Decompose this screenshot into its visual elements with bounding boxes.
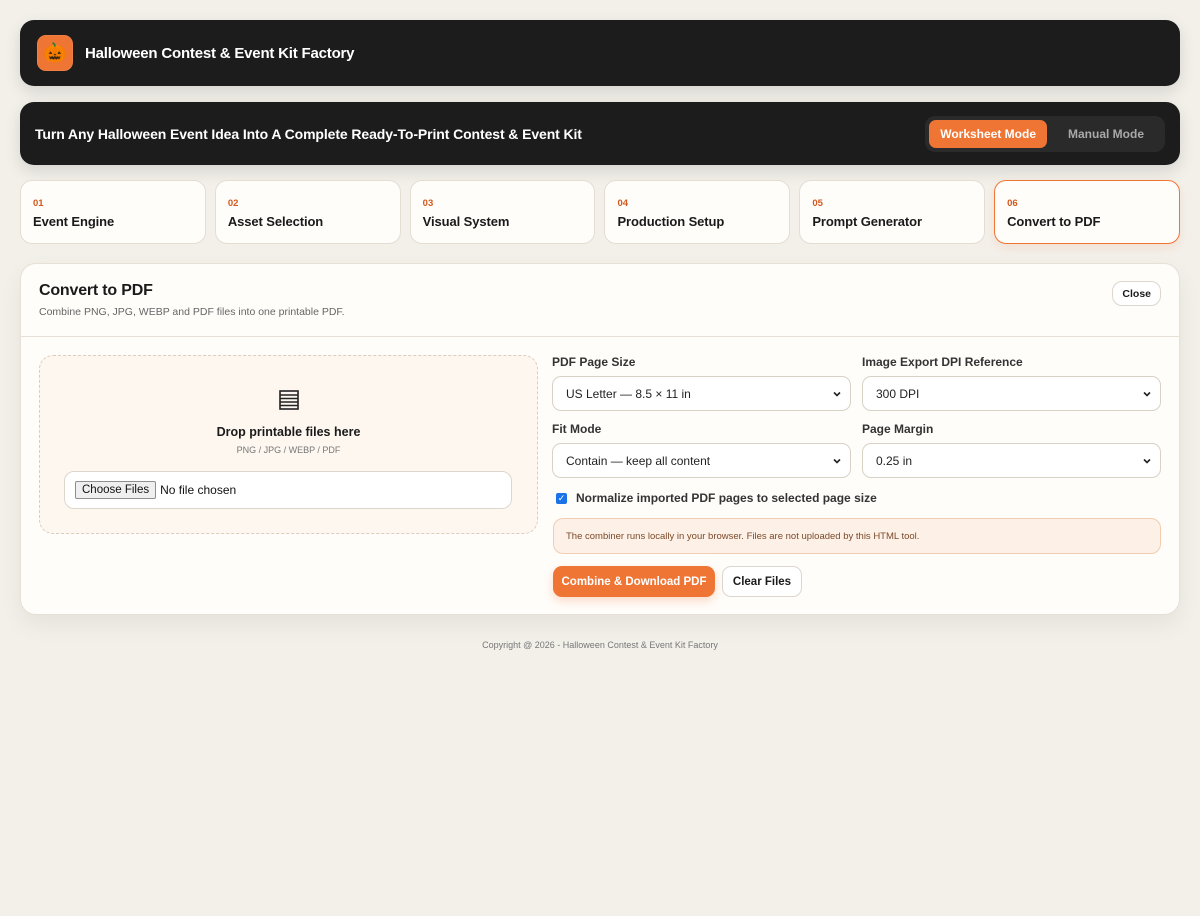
dpi-select[interactable]: 300 DPI bbox=[862, 376, 1161, 411]
step-label: Convert to PDF bbox=[1007, 214, 1101, 229]
manual-mode-button[interactable]: Manual Mode bbox=[1051, 120, 1161, 148]
step-convert-to-pdf[interactable]: 06 Convert to PDF bbox=[994, 180, 1180, 244]
document-icon bbox=[278, 390, 299, 415]
chevron-down-icon bbox=[1143, 391, 1151, 397]
step-label: Visual System bbox=[422, 214, 510, 229]
step-number: 06 bbox=[1007, 198, 1018, 209]
page-margin-select[interactable]: 0.25 in bbox=[862, 443, 1161, 478]
logo-glyph: 🎃 bbox=[43, 43, 67, 64]
step-number: 03 bbox=[422, 198, 434, 209]
page-size-label: PDF Page Size bbox=[552, 355, 636, 369]
pumpkin-icon: 🎃 bbox=[37, 35, 73, 71]
file-status-text: No file chosen bbox=[160, 483, 237, 497]
close-button[interactable]: Close bbox=[1112, 281, 1161, 306]
dpi-label: Image Export DPI Reference bbox=[862, 355, 1023, 369]
panel-subtitle: Combine PNG, JPG, WEBP and PDF files int… bbox=[39, 306, 345, 318]
dropzone-file-types: PNG / JPG / WEBP / PDF bbox=[236, 445, 341, 455]
step-number: 04 bbox=[617, 198, 629, 209]
normalize-checkbox-row[interactable]: ✓ Normalize imported PDF pages to select… bbox=[556, 491, 877, 505]
step-production-setup[interactable]: 04 Production Setup bbox=[604, 180, 791, 244]
step-label: Event Engine bbox=[33, 214, 115, 229]
page-size-value: US Letter — 8.5 × 11 in bbox=[566, 386, 691, 401]
file-input[interactable]: Choose Files No file chosen bbox=[64, 471, 512, 509]
choose-files-button[interactable]: Choose Files bbox=[75, 481, 157, 499]
local-processing-notice: The combiner runs locally in your browse… bbox=[553, 518, 1161, 554]
step-prompt-generator[interactable]: 05 Prompt Generator bbox=[799, 180, 986, 244]
step-number: 05 bbox=[812, 198, 823, 209]
hero-banner: Turn Any Halloween Event Idea Into A Com… bbox=[20, 102, 1180, 165]
combine-download-button[interactable]: Combine & Download PDF bbox=[553, 566, 715, 597]
step-number: 01 bbox=[33, 198, 44, 209]
file-dropzone[interactable]: Drop printable files here PNG / JPG / WE… bbox=[39, 355, 538, 534]
hero-headline: Turn Any Halloween Event Idea Into A Com… bbox=[35, 125, 582, 142]
step-event-engine[interactable]: 01 Event Engine bbox=[20, 180, 206, 244]
app-header: 🎃 Halloween Contest & Event Kit Factory bbox=[20, 20, 1180, 86]
step-nav: 01 Event Engine 02 Asset Selection 03 Vi… bbox=[20, 180, 1180, 244]
chevron-down-icon bbox=[1143, 458, 1151, 464]
fit-mode-select[interactable]: Contain — keep all content bbox=[552, 443, 851, 478]
clear-files-button[interactable]: Clear Files bbox=[722, 566, 802, 597]
step-label: Prompt Generator bbox=[812, 214, 922, 229]
footer-copyright: Copyright @ 2026 - Halloween Contest & E… bbox=[482, 640, 718, 650]
step-number: 02 bbox=[227, 198, 239, 209]
normalize-label: Normalize imported PDF pages to selected… bbox=[576, 491, 877, 505]
panel-title: Convert to PDF bbox=[39, 282, 153, 299]
page-margin-value: 0.25 in bbox=[876, 453, 913, 468]
panel-header: Convert to PDF Combine PNG, JPG, WEBP an… bbox=[21, 264, 1179, 337]
step-label: Production Setup bbox=[617, 214, 725, 229]
chevron-down-icon bbox=[833, 391, 841, 397]
step-visual-system[interactable]: 03 Visual System bbox=[409, 180, 596, 244]
normalize-checkbox[interactable]: ✓ bbox=[556, 492, 567, 504]
fit-mode-value: Contain — keep all content bbox=[566, 453, 711, 468]
page-margin-label: Page Margin bbox=[862, 422, 934, 436]
app-title: Halloween Contest & Event Kit Factory bbox=[85, 44, 355, 62]
step-label: Asset Selection bbox=[227, 214, 324, 229]
page-size-select[interactable]: US Letter — 8.5 × 11 in bbox=[552, 376, 851, 411]
step-asset-selection[interactable]: 02 Asset Selection bbox=[214, 180, 401, 244]
fit-mode-label: Fit Mode bbox=[552, 422, 602, 436]
mode-toggle: Worksheet Mode Manual Mode bbox=[925, 115, 1165, 152]
dpi-value: 300 DPI bbox=[876, 386, 920, 401]
dropzone-title: Drop printable files here bbox=[216, 425, 361, 439]
chevron-down-icon bbox=[833, 458, 841, 464]
worksheet-mode-button[interactable]: Worksheet Mode bbox=[929, 119, 1047, 148]
convert-panel: Convert to PDF Combine PNG, JPG, WEBP an… bbox=[20, 263, 1180, 615]
